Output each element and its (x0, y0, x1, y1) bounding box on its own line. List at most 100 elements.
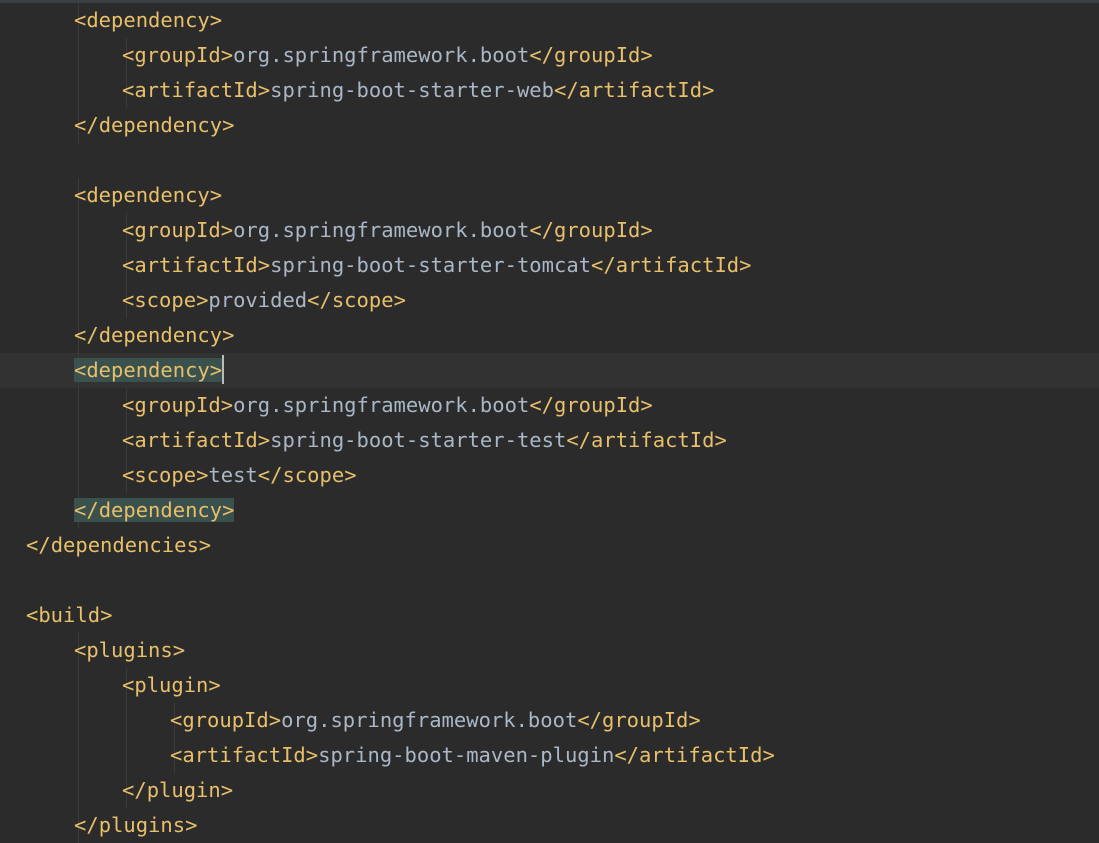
close-tag-name: scope (331, 288, 394, 312)
tag-bracket: > (198, 533, 212, 557)
indent-guide (78, 668, 79, 703)
code-content: <plugins> (74, 633, 185, 668)
code-content: <groupId>org.springframework.boot</group… (170, 703, 701, 738)
code-content: </plugin> (122, 773, 233, 808)
tag-bracket: < (26, 603, 39, 627)
tag-bracket: > (208, 673, 221, 697)
code-line[interactable]: <plugins> (0, 633, 1099, 668)
brace-match-highlight: <dependency> (74, 358, 223, 382)
code-line[interactable]: <scope>provided</scope> (0, 283, 1099, 318)
tag-bracket: > (220, 778, 234, 802)
code-line[interactable]: </dependency> (0, 108, 1099, 143)
open-tag-name: plugins (86, 638, 173, 662)
code-line[interactable] (0, 563, 1099, 598)
tag-text-value: spring-boot-starter-test (270, 428, 567, 452)
indent-guide (78, 283, 79, 318)
tag-text-value: spring-boot-starter-tomcat (270, 253, 592, 277)
close-tag-name: artifactId (578, 78, 703, 102)
code-line[interactable] (0, 143, 1099, 178)
open-tag-name: dependency (86, 358, 210, 382)
tag-bracket: </ (74, 113, 99, 137)
tag-text-value: provided (208, 288, 308, 312)
tag-bracket: > (222, 498, 235, 522)
code-line[interactable]: </dependency> (0, 318, 1099, 353)
code-line[interactable]: <plugin> (0, 668, 1099, 703)
code-line[interactable]: <dependency> (0, 353, 1099, 388)
code-line[interactable]: <artifactId>spring-boot-starter-tomcat</… (0, 248, 1099, 283)
tag-text-value: test (208, 463, 258, 487)
tag-bracket: </ (577, 708, 602, 732)
code-content: </dependency> (74, 108, 234, 143)
code-content: <artifactId>spring-boot-starter-web</art… (122, 73, 714, 108)
code-line[interactable]: <groupId>org.springframework.boot</group… (0, 703, 1099, 738)
tag-bracket: < (170, 708, 183, 732)
indent-guide (78, 458, 79, 493)
open-tag-name: dependency (86, 183, 210, 207)
code-line[interactable]: <groupId>org.springframework.boot</group… (0, 388, 1099, 423)
tag-bracket: > (196, 463, 209, 487)
tag-bracket: < (122, 393, 135, 417)
tag-bracket: > (305, 743, 319, 767)
code-line[interactable]: <build> (0, 598, 1099, 633)
open-tag-name: scope (134, 463, 197, 487)
code-content: <dependency> (74, 3, 222, 38)
code-content: </dependency> (74, 493, 235, 528)
open-tag-name: groupId (134, 393, 221, 417)
code-content: <build> (26, 598, 112, 633)
tag-bracket: > (257, 428, 271, 452)
tag-bracket: < (74, 183, 87, 207)
tag-bracket: > (209, 358, 223, 382)
code-line[interactable]: <dependency> (0, 178, 1099, 213)
tag-bracket: > (702, 78, 715, 102)
code-content: <scope>test</scope> (122, 458, 357, 493)
indent-guide (78, 38, 79, 73)
text-caret (222, 355, 225, 384)
code-line[interactable]: <groupId>org.springframework.boot</group… (0, 38, 1099, 73)
tag-bracket: < (122, 673, 135, 697)
code-line[interactable]: <dependency> (0, 3, 1099, 38)
tag-bracket: > (762, 743, 775, 767)
code-line[interactable]: </plugins> (0, 808, 1099, 843)
code-line[interactable]: <artifactId>spring-boot-maven-plugin</ar… (0, 738, 1099, 773)
tag-bracket: > (100, 603, 113, 627)
code-line[interactable]: </dependencies> (0, 528, 1099, 563)
open-tag-name: build (38, 603, 101, 627)
code-line[interactable]: <artifactId>spring-boot-starter-test</ar… (0, 423, 1099, 458)
open-tag-name: artifactId (134, 253, 258, 277)
tag-bracket: </ (529, 43, 554, 67)
tag-bracket: < (74, 358, 87, 382)
close-tag-name: groupId (554, 218, 641, 242)
indent-guide (78, 423, 79, 458)
tag-bracket: </ (74, 323, 99, 347)
tag-bracket: </ (566, 428, 592, 452)
code-editor[interactable]: <dependency> <groupId>org.springframework… (0, 0, 1099, 843)
code-line[interactable]: </plugin> (0, 773, 1099, 808)
indent-guide (126, 738, 127, 773)
tag-bracket: > (222, 113, 235, 137)
code-line[interactable]: </dependency> (0, 493, 1099, 528)
code-line[interactable]: <groupId>org.springframework.boot</group… (0, 213, 1099, 248)
code-line[interactable]: <scope>test</scope> (0, 458, 1099, 493)
close-tag-name: dependency (98, 323, 223, 347)
tag-bracket: > (209, 8, 223, 32)
open-tag-name: groupId (182, 708, 269, 732)
close-tag-name: artifactId (639, 743, 763, 767)
tag-bracket: > (222, 323, 235, 347)
close-tag-name: scope (282, 463, 345, 487)
tag-bracket: > (739, 253, 752, 277)
tag-bracket: < (122, 78, 135, 102)
close-tag-name: groupId (602, 708, 689, 732)
code-line[interactable]: <artifactId>spring-boot-starter-web</art… (0, 73, 1099, 108)
tag-bracket: > (196, 288, 209, 312)
open-tag-name: dependency (86, 8, 210, 32)
tag-text-value: spring-boot-maven-plugin (318, 743, 615, 767)
close-tag-name: artifactId (591, 428, 715, 452)
tag-text-value: spring-boot-starter-web (270, 78, 554, 102)
tag-text-value: org.springframework.boot (233, 43, 530, 67)
tag-text-value: org.springframework.boot (233, 218, 530, 242)
tag-bracket: < (122, 463, 135, 487)
tag-bracket: < (122, 218, 135, 242)
tag-bracket: > (714, 428, 727, 452)
tag-bracket: < (122, 288, 135, 312)
tag-bracket: > (220, 218, 234, 242)
